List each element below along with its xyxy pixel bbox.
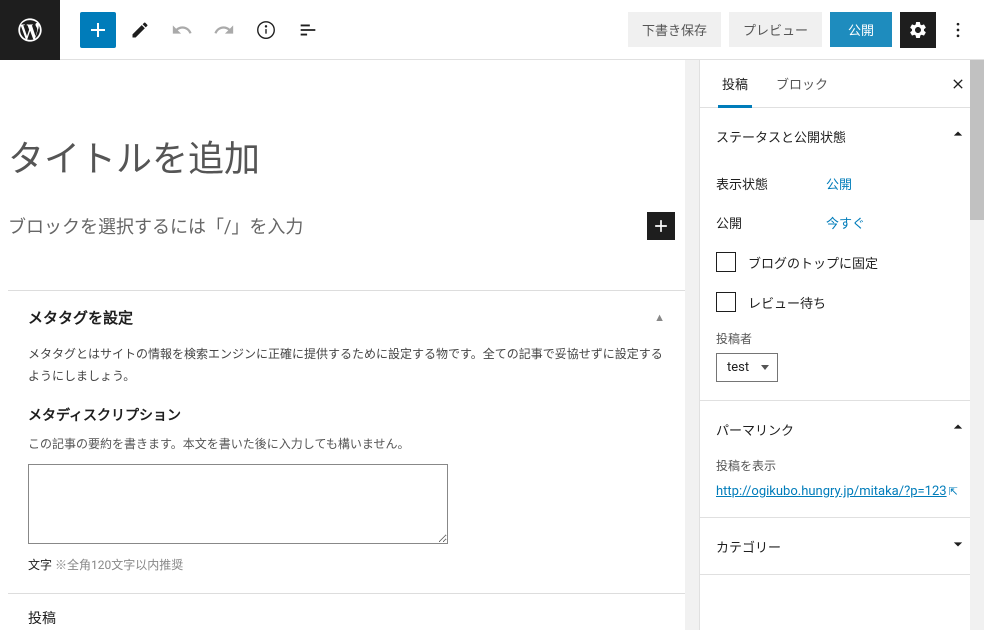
permalink-view-label: 投稿を表示 — [716, 457, 968, 474]
meta-char-counter: 文字 ※全角120文字以内推奨 — [28, 556, 665, 573]
review-checkbox[interactable] — [716, 292, 736, 312]
permalink-panel: パーマリンク 投稿を表示 http://ogikubo.hungry.jp/mi… — [700, 401, 984, 518]
preview-button[interactable]: プレビュー — [729, 12, 822, 47]
status-panel-toggle[interactable]: ステータスと公開状態 — [700, 108, 984, 164]
post-title-input[interactable]: タイトルを追加 — [8, 130, 685, 212]
toolbar-left — [60, 12, 326, 48]
undo-button[interactable] — [164, 12, 200, 48]
chevron-down-icon — [948, 534, 968, 558]
permalink-panel-title: パーマリンク — [716, 420, 794, 439]
edit-tools-button[interactable] — [122, 12, 158, 48]
main-area: タイトルを追加 ブロックを選択するには「/」を入力 メタタグを設定 ▲ メタタグ… — [0, 60, 984, 630]
block-prompt-text[interactable]: ブロックを選択するには「/」を入力 — [8, 213, 303, 239]
author-label: 投稿者 — [716, 322, 968, 353]
meta-hint-text: この記事の要約を書きます。本文を書いた後に入力しても構いません。 — [28, 435, 665, 452]
meta-panel: メタタグを設定 ▲ メタタグとはサイトの情報を検索エンジンに正確に提供するために… — [8, 290, 685, 630]
wordpress-logo[interactable] — [0, 0, 60, 60]
category-panel: カテゴリー — [700, 518, 984, 575]
editor-column: タイトルを追加 ブロックを選択するには「/」を入力 メタタグを設定 ▲ メタタグ… — [0, 60, 685, 630]
sidebar-scrollthumb[interactable] — [970, 60, 984, 220]
meta-description-text: メタタグとはサイトの情報を検索エンジンに正確に提供するために設定する物です。全て… — [28, 344, 665, 387]
category-panel-toggle[interactable]: カテゴリー — [700, 518, 984, 574]
tab-block[interactable]: ブロック — [762, 60, 842, 107]
settings-sidebar: 投稿 ブロック ステータスと公開状態 表示状態 公開 公開 — [699, 60, 984, 630]
settings-button[interactable] — [900, 12, 936, 48]
author-select[interactable]: test — [716, 353, 778, 382]
outline-button[interactable] — [290, 12, 326, 48]
stick-checkbox[interactable] — [716, 252, 736, 272]
status-panel-title: ステータスと公開状態 — [716, 127, 846, 146]
toolbar-right: 下書き保存 プレビュー 公開 — [628, 12, 984, 48]
review-label: レビュー待ち — [748, 293, 826, 312]
pending-review-row: レビュー待ち — [716, 282, 968, 322]
stick-label: ブログのトップに固定 — [748, 253, 878, 272]
info-button[interactable] — [248, 12, 284, 48]
visibility-row: 表示状態 公開 — [716, 164, 968, 203]
meta-panel-toggle[interactable]: メタタグを設定 ▲ — [8, 291, 685, 344]
chevron-up-icon — [948, 124, 968, 148]
category-panel-title: カテゴリー — [716, 537, 781, 556]
visibility-label: 表示状態 — [716, 174, 826, 193]
tab-post[interactable]: 投稿 — [708, 60, 762, 107]
redo-button[interactable] — [206, 12, 242, 48]
permalink-panel-toggle[interactable]: パーマリンク — [700, 401, 984, 457]
top-toolbar: 下書き保存 プレビュー 公開 — [0, 0, 984, 60]
visibility-value-link[interactable]: 公開 — [826, 174, 852, 193]
chevron-up-icon — [948, 417, 968, 441]
status-panel-body: 表示状態 公開 公開 今すぐ ブログのトップに固定 レビュー待ち 投稿者 t — [700, 164, 984, 400]
publish-button[interactable]: 公開 — [830, 12, 892, 47]
permalink-url-link[interactable]: http://ogikubo.hungry.jp/mitaka/?p=123⇱ — [716, 484, 958, 499]
post-meta-section[interactable]: 投稿 — [8, 593, 685, 630]
external-link-icon: ⇱ — [949, 485, 958, 498]
editor-scrollbar[interactable] — [685, 60, 699, 630]
save-draft-button[interactable]: 下書き保存 — [628, 12, 721, 47]
meta-panel-title: メタタグを設定 — [28, 307, 133, 328]
sidebar-tabs: 投稿 ブロック — [700, 60, 984, 108]
more-options-button[interactable] — [944, 12, 972, 48]
block-prompt-row: ブロックを選択するには「/」を入力 — [8, 212, 685, 240]
add-block-button[interactable] — [80, 12, 116, 48]
publish-label: 公開 — [716, 213, 826, 232]
inline-add-block-button[interactable] — [647, 212, 675, 240]
stick-to-top-row: ブログのトップに固定 — [716, 242, 968, 282]
status-panel: ステータスと公開状態 表示状態 公開 公開 今すぐ ブログのトップに固定 — [700, 108, 984, 401]
meta-subheading: メタディスクリプション — [28, 405, 665, 425]
permalink-panel-body: 投稿を表示 http://ogikubo.hungry.jp/mitaka/?p… — [700, 457, 984, 517]
meta-description-textarea[interactable] — [28, 464, 448, 544]
caret-up-icon: ▲ — [654, 311, 665, 324]
meta-panel-body: メタタグとはサイトの情報を検索エンジンに正確に提供するために設定する物です。全て… — [8, 344, 685, 593]
sidebar-scrollbar[interactable] — [970, 60, 984, 630]
publish-date-row: 公開 今すぐ — [716, 203, 968, 242]
publish-value-link[interactable]: 今すぐ — [826, 213, 865, 232]
